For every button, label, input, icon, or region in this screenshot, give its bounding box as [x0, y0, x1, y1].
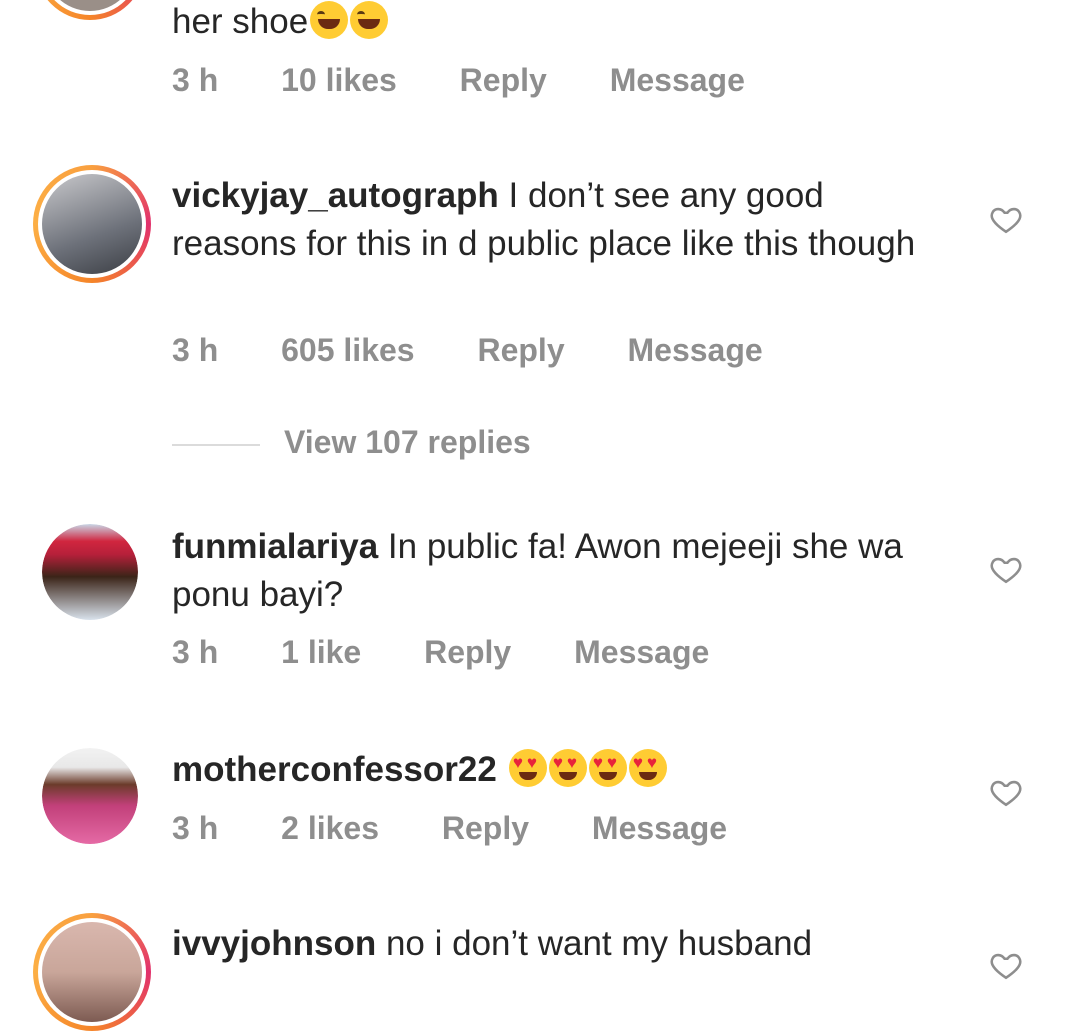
avatar[interactable] [42, 748, 138, 844]
comment-text: her shoe [172, 0, 932, 46]
avatar[interactable] [33, 165, 151, 283]
comment-time: 3 h [172, 62, 219, 98]
avatar[interactable] [35, 0, 145, 20]
comment-meta: 3 h 10 likes Reply Message [172, 62, 799, 99]
like-count[interactable]: 605 likes [281, 332, 414, 368]
message-button[interactable]: Message [628, 332, 763, 368]
message-button[interactable]: Message [592, 810, 727, 846]
reply-button[interactable]: Reply [477, 332, 564, 368]
reply-button[interactable]: Reply [424, 634, 511, 670]
username[interactable]: funmialariya [172, 527, 378, 566]
username[interactable]: motherconfessor22 [172, 750, 497, 789]
laugh-emoji [350, 1, 389, 39]
like-count[interactable]: 2 likes [281, 810, 379, 846]
comment-text: motherconfessor22 [172, 746, 932, 794]
replies-divider [172, 444, 260, 446]
heart-icon[interactable] [989, 948, 1023, 982]
like-count[interactable]: 1 like [281, 634, 361, 670]
heart-icon[interactable] [989, 202, 1023, 236]
comment-text: funmialariya In public fa! Awon mejeeji … [172, 523, 932, 619]
heart-eyes-emoji [548, 749, 587, 787]
reply-button[interactable]: Reply [442, 810, 529, 846]
view-replies-button[interactable]: View 107 replies [284, 424, 531, 461]
comment-text: vickyjay_autograph I don’t see any good … [172, 172, 932, 268]
username[interactable]: ivvyjohnson [172, 924, 376, 963]
heart-icon[interactable] [989, 552, 1023, 586]
comment-time: 3 h [172, 332, 219, 368]
heart-eyes-emoji [508, 749, 547, 787]
heart-eyes-emoji [588, 749, 627, 787]
username[interactable]: vickyjay_autograph [172, 176, 499, 215]
reply-button[interactable]: Reply [460, 62, 547, 98]
comment-time: 3 h [172, 634, 219, 670]
message-button[interactable]: Message [574, 634, 709, 670]
avatar[interactable] [33, 913, 151, 1031]
comment-text: ivvyjohnson no i don’t want my husband [172, 920, 932, 968]
comment-body: no i don’t want my husband [376, 924, 813, 963]
laugh-emoji [310, 1, 349, 39]
comment-body: her shoe [172, 2, 309, 41]
comment-meta: 3 h 2 likes Reply Message [172, 810, 781, 847]
heart-eyes-emoji [628, 749, 667, 787]
comment-meta: 3 h 1 like Reply Message [172, 634, 763, 671]
comment-time: 3 h [172, 810, 219, 846]
like-count[interactable]: 10 likes [281, 62, 397, 98]
message-button[interactable]: Message [610, 62, 745, 98]
comment-meta: 3 h 605 likes Reply Message [172, 332, 817, 369]
avatar[interactable] [42, 524, 138, 620]
heart-icon[interactable] [989, 775, 1023, 809]
